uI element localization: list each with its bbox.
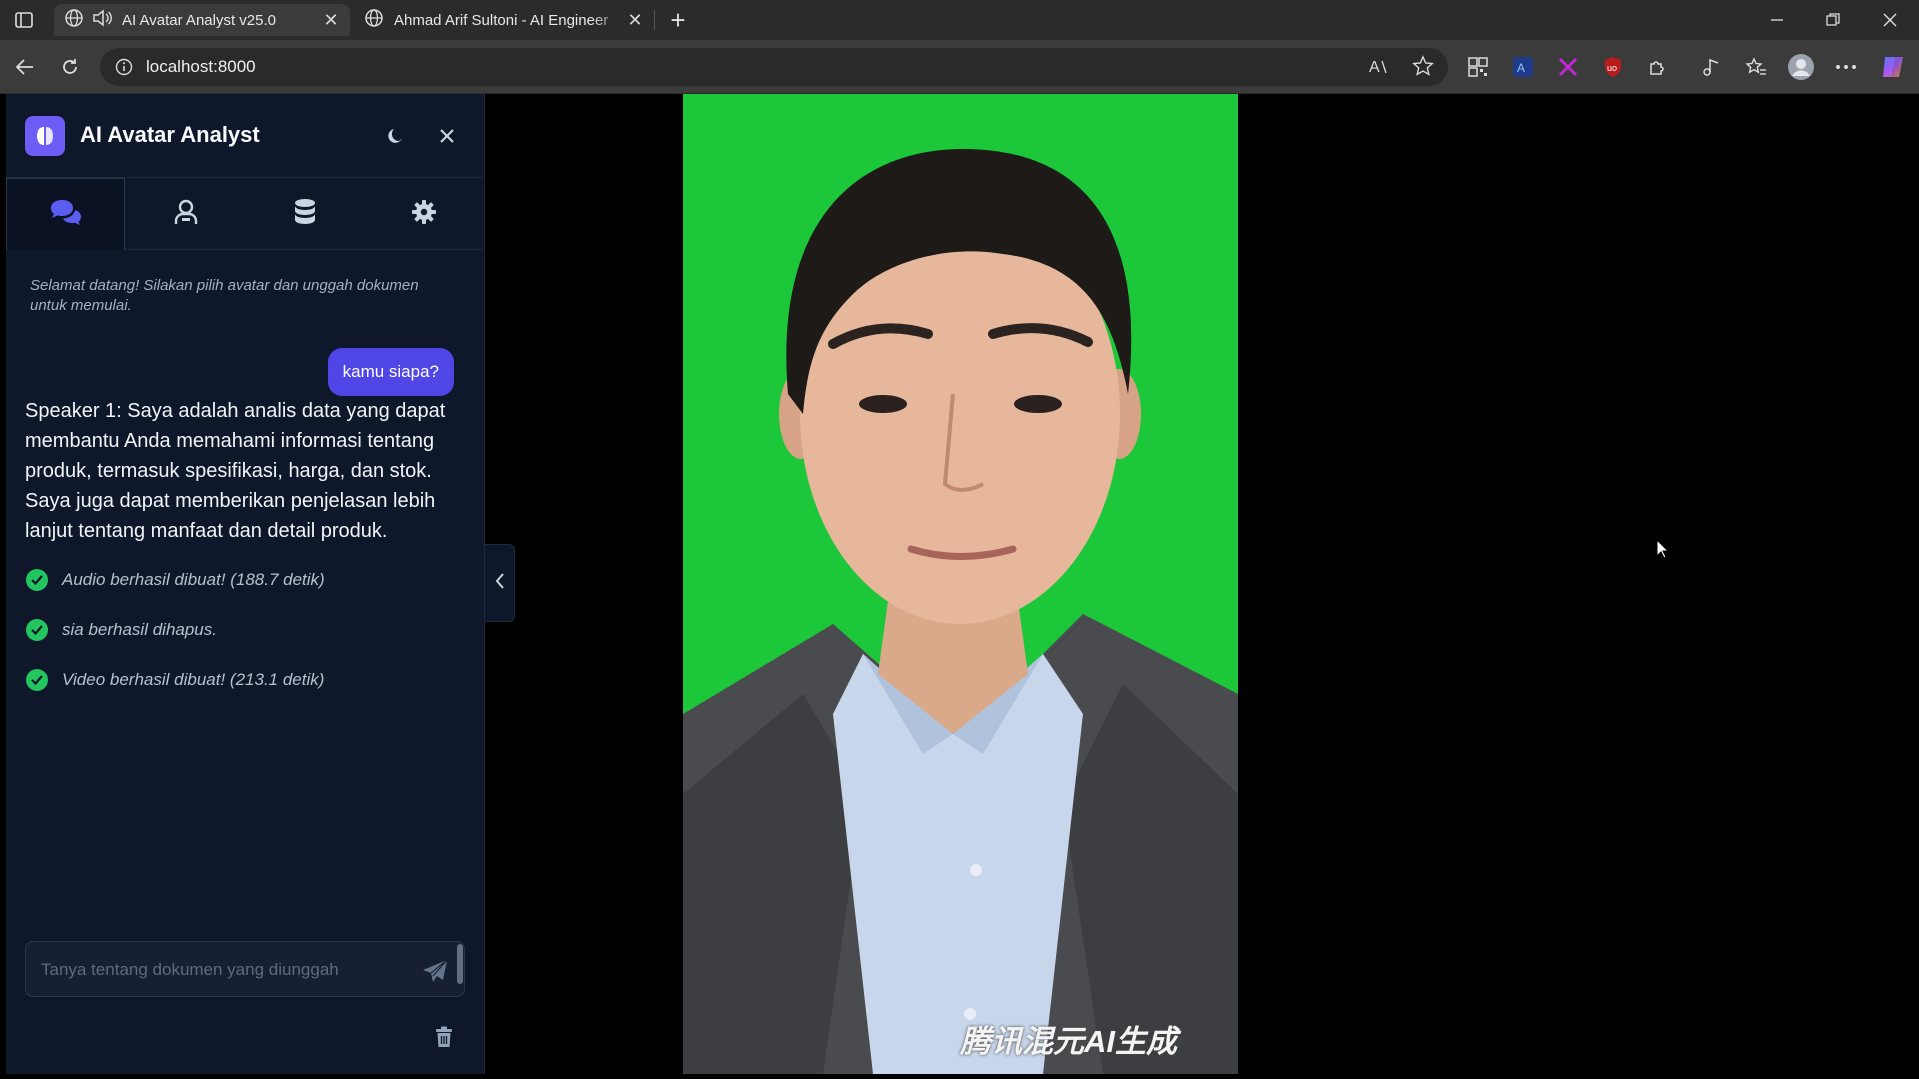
close-icon[interactable]: ✕ <box>322 10 340 30</box>
page-viewport: AI Avatar Analyst Selamat datang! Silaka… <box>0 94 1919 1079</box>
user-message: kamu siapa? <box>327 348 454 396</box>
chat-icon <box>49 198 83 231</box>
tab-chat[interactable] <box>6 178 125 250</box>
tab-settings[interactable] <box>364 178 483 250</box>
send-icon[interactable] <box>420 956 450 986</box>
speaker-icon[interactable] <box>92 9 112 31</box>
collapse-sidebar-button[interactable] <box>485 544 515 622</box>
tab-ahmad-arif-sultoni[interactable]: Ahmad Arif Sultoni - AI Engineer ✕ <box>354 4 654 36</box>
profile-icon[interactable] <box>1786 52 1816 82</box>
ublock-icon[interactable]: uo <box>1598 52 1628 82</box>
check-circle-icon <box>26 619 48 641</box>
favorites-icon[interactable] <box>1741 52 1771 82</box>
minimize-button[interactable] <box>1749 0 1805 40</box>
status-message: Audio berhasil dibuat! (188.7 detik) <box>26 569 325 591</box>
new-tab-button[interactable]: + <box>664 5 692 35</box>
chevron-left-icon <box>495 572 505 595</box>
video-watermark: 腾讯混元AI生成 <box>960 1024 1177 1059</box>
chat-area: Selamat datang! Silakan pilih avatar dan… <box>6 250 485 880</box>
avatar-video[interactable] <box>683 94 1238 1074</box>
globe-icon <box>64 8 84 32</box>
sidebar-header: AI Avatar Analyst <box>6 94 485 178</box>
svg-text:uo: uo <box>1607 63 1617 73</box>
tab-actions-icon[interactable] <box>10 8 38 32</box>
globe-icon <box>364 8 384 32</box>
svg-text:A: A <box>1369 59 1380 76</box>
tab-database[interactable] <box>245 178 364 250</box>
info-icon[interactable] <box>112 55 136 79</box>
check-circle-icon <box>26 569 48 591</box>
tab-title: AI Avatar Analyst v25.0 <box>122 11 276 29</box>
star-icon[interactable] <box>1412 55 1434 82</box>
input-scrollbar[interactable] <box>457 944 463 984</box>
address-bar[interactable]: localhost:8000 A <box>100 48 1448 86</box>
moon-icon[interactable] <box>381 122 409 150</box>
url-text[interactable]: localhost:8000 <box>146 57 256 77</box>
status-message: Video berhasil dibuat! (213.1 detik) <box>26 669 324 691</box>
trash-icon[interactable] <box>432 1024 456 1050</box>
welcome-message: Selamat datang! Silakan pilih avatar dan… <box>30 277 419 314</box>
restore-button[interactable] <box>1805 0 1861 40</box>
close-icon[interactable] <box>433 122 461 150</box>
brain-logo-icon <box>25 116 65 156</box>
assistant-message: Speaker 1: Saya adalah analis data yang … <box>25 400 446 542</box>
back-icon[interactable] <box>10 52 40 82</box>
translate-extension-icon[interactable]: A <box>1508 52 1538 82</box>
svg-text:A: A <box>1517 61 1525 75</box>
tab-separator <box>654 10 655 30</box>
check-circle-icon <box>26 669 48 691</box>
status-text: Video berhasil dibuat! (213.1 detik) <box>62 670 325 689</box>
copilot-icon[interactable] <box>1878 52 1908 82</box>
sidebar-panel: AI Avatar Analyst Selamat datang! Silaka… <box>6 94 485 1074</box>
mouse-cursor-icon <box>1656 538 1670 564</box>
sidebar-tabs <box>6 178 485 250</box>
database-icon <box>293 198 317 231</box>
refresh-icon[interactable] <box>55 52 85 82</box>
chat-input[interactable] <box>26 942 416 996</box>
close-icon[interactable]: ✕ <box>626 10 644 30</box>
status-message: sia berhasil dihapus. <box>26 619 217 641</box>
tab-ai-avatar-analyst[interactable]: AI Avatar Analyst v25.0 ✕ <box>54 4 350 36</box>
app-title: AI Avatar Analyst <box>80 122 260 147</box>
tab-title: Ahmad Arif Sultoni - AI Engineer <box>394 11 609 29</box>
chat-input-wrapper <box>25 941 465 997</box>
avatar-icon <box>174 199 198 230</box>
x-extension-icon[interactable] <box>1553 52 1583 82</box>
qr-extension-icon[interactable] <box>1463 52 1493 82</box>
browser-tab-bar: AI Avatar Analyst v25.0 ✕ Ahmad Arif Sul… <box>0 0 1919 40</box>
media-icon[interactable] <box>1696 52 1726 82</box>
puzzle-icon[interactable] <box>1643 52 1673 82</box>
avatar-portrait <box>683 94 1238 1074</box>
status-text: Audio berhasil dibuat! (188.7 detik) <box>62 570 325 589</box>
more-icon[interactable] <box>1831 52 1861 82</box>
status-text: sia berhasil dihapus. <box>62 620 217 639</box>
browser-toolbar: localhost:8000 A A uo <box>0 40 1919 94</box>
gear-icon <box>411 199 437 230</box>
tab-avatar[interactable] <box>126 178 245 250</box>
read-aloud-icon[interactable]: A <box>1368 55 1390 82</box>
window-close-button[interactable] <box>1862 0 1918 40</box>
